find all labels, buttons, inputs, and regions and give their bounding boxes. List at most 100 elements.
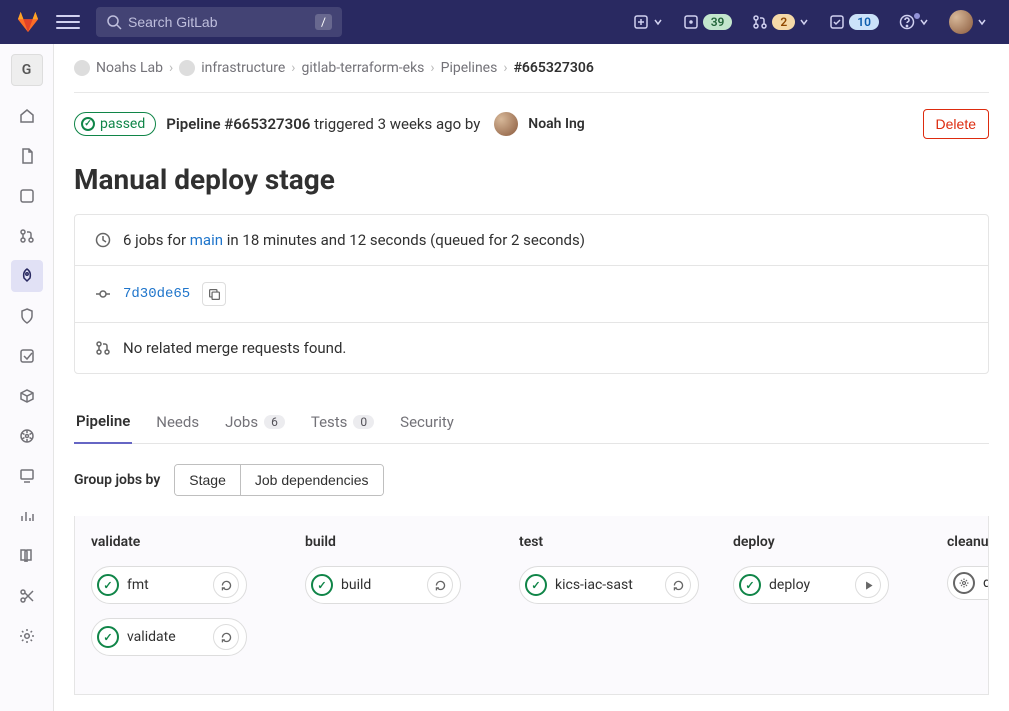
project-avatar[interactable]: G <box>11 54 43 86</box>
user-avatar[interactable] <box>494 112 518 136</box>
merge-request-icon <box>19 228 35 244</box>
chevron-down-icon <box>799 17 809 27</box>
group-avatar <box>74 60 90 76</box>
clock-icon <box>95 232 111 248</box>
status-badge[interactable]: passed <box>74 112 156 136</box>
sidebar-infrastructure[interactable] <box>11 420 43 452</box>
tab-jobs-label: Jobs <box>225 413 258 431</box>
commit-link[interactable]: 7d30de65 <box>123 286 190 302</box>
sidebar-snippets[interactable] <box>11 580 43 612</box>
search-icon <box>106 14 122 30</box>
tab-pipeline[interactable]: Pipeline <box>74 400 132 444</box>
stage-name: deploy <box>733 534 923 550</box>
stage-test: test kics-iac-sast <box>519 534 709 670</box>
breadcrumb-section[interactable]: Pipelines <box>441 60 498 76</box>
tab-needs[interactable]: Needs <box>154 400 201 443</box>
merge-request-row: No related merge requests found. <box>75 322 988 373</box>
gear-status-icon <box>953 572 975 594</box>
plus-icon <box>633 14 649 30</box>
stage-name: test <box>519 534 709 550</box>
breadcrumb: Noahs Lab › infrastructure › gitlab-terr… <box>74 60 989 76</box>
breadcrumb-separator: › <box>503 60 507 76</box>
job-deploy[interactable]: deploy <box>733 566 889 604</box>
page-title: Manual deploy stage <box>74 163 989 196</box>
mrs-badge: 2 <box>772 14 795 30</box>
breadcrumb-subgroup[interactable]: infrastructure <box>201 60 285 76</box>
user-menu[interactable] <box>943 10 993 34</box>
tab-jobs[interactable]: Jobs 6 <box>223 400 287 443</box>
check-circle-icon <box>81 117 95 131</box>
job-validate[interactable]: validate <box>91 618 247 656</box>
sidebar-security[interactable] <box>11 300 43 332</box>
job-build[interactable]: build <box>305 566 461 604</box>
breadcrumb-separator: › <box>430 60 434 76</box>
retry-button[interactable] <box>665 572 691 598</box>
breadcrumb-group[interactable]: Noahs Lab <box>96 60 163 76</box>
todos-link[interactable]: 10 <box>823 14 885 30</box>
new-dropdown[interactable] <box>627 14 669 30</box>
branch-link[interactable]: main <box>190 231 223 249</box>
shield-icon <box>19 308 35 324</box>
monitor-icon <box>19 468 35 484</box>
jobs-summary-suffix: in 18 minutes and 12 seconds (queued for… <box>223 231 585 249</box>
retry-icon <box>220 579 233 592</box>
pipeline-info-card: 6 jobs for main in 18 minutes and 12 sec… <box>74 214 989 374</box>
sidebar-analytics[interactable] <box>11 500 43 532</box>
triggered-text: triggered 3 weeks ago by <box>314 115 480 133</box>
username[interactable]: Noah Ing <box>528 116 584 132</box>
pipeline-graph: validate fmt validate build build <box>74 516 989 695</box>
sidebar-project[interactable] <box>11 100 43 132</box>
main-content: Noahs Lab › infrastructure › gitlab-terr… <box>54 44 1009 711</box>
help-dropdown[interactable] <box>893 14 935 30</box>
pipeline-info: Pipeline #665327306 triggered 3 weeks ag… <box>166 115 480 133</box>
issues-link[interactable]: 39 <box>677 14 739 30</box>
kubernetes-icon <box>19 428 35 444</box>
todo-icon <box>829 14 845 30</box>
play-button[interactable] <box>855 572 881 598</box>
sidebar-cicd[interactable] <box>11 260 43 292</box>
stage-validate: validate fmt validate <box>91 534 281 670</box>
sidebar-monitor[interactable] <box>11 460 43 492</box>
retry-button[interactable] <box>427 572 453 598</box>
group-segmented-control: Stage Job dependencies <box>174 464 383 496</box>
chevron-down-icon <box>977 17 987 27</box>
scissors-icon <box>19 588 35 604</box>
sidebar-deployments[interactable] <box>11 340 43 372</box>
delete-button[interactable]: Delete <box>923 109 989 139</box>
pipeline-status-row: passed Pipeline #665327306 triggered 3 w… <box>74 109 989 139</box>
breadcrumb-project[interactable]: gitlab-terraform-eks <box>301 60 424 76</box>
group-by-stage-button[interactable]: Stage <box>175 465 240 495</box>
tab-tests[interactable]: Tests 0 <box>309 400 376 443</box>
rocket-icon <box>19 268 35 284</box>
home-icon <box>19 108 35 124</box>
job-fmt[interactable]: fmt <box>91 566 247 604</box>
sidebar-issues[interactable] <box>11 180 43 212</box>
doc-icon <box>19 148 35 164</box>
retry-icon <box>672 579 685 592</box>
menu-toggle-icon[interactable] <box>56 10 80 34</box>
copy-button[interactable] <box>202 282 226 306</box>
job-destroy[interactable]: destroy <box>947 566 989 600</box>
check-circle-icon <box>97 626 119 648</box>
gear-icon <box>958 577 970 589</box>
retry-button[interactable] <box>213 624 239 650</box>
search-input[interactable] <box>128 14 309 30</box>
sidebar-repository[interactable] <box>11 140 43 172</box>
sidebar-packages[interactable] <box>11 380 43 412</box>
check-circle-icon <box>525 574 547 596</box>
group-by-deps-button[interactable]: Job dependencies <box>240 465 383 495</box>
retry-button[interactable] <box>213 572 239 598</box>
sidebar-settings[interactable] <box>11 620 43 652</box>
sidebar-merge-requests[interactable] <box>11 220 43 252</box>
check-circle-icon <box>97 574 119 596</box>
merge-request-icon <box>95 340 111 356</box>
job-kics[interactable]: kics-iac-sast <box>519 566 699 604</box>
gitlab-logo[interactable] <box>16 10 40 34</box>
sidebar-wiki[interactable] <box>11 540 43 572</box>
stage-deploy: deploy deploy <box>733 534 923 670</box>
avatar <box>949 10 973 34</box>
merge-requests-link[interactable]: 2 <box>746 14 815 30</box>
check-circle-icon <box>739 574 761 596</box>
search-bar[interactable]: / <box>96 7 342 37</box>
tab-security[interactable]: Security <box>398 400 456 443</box>
